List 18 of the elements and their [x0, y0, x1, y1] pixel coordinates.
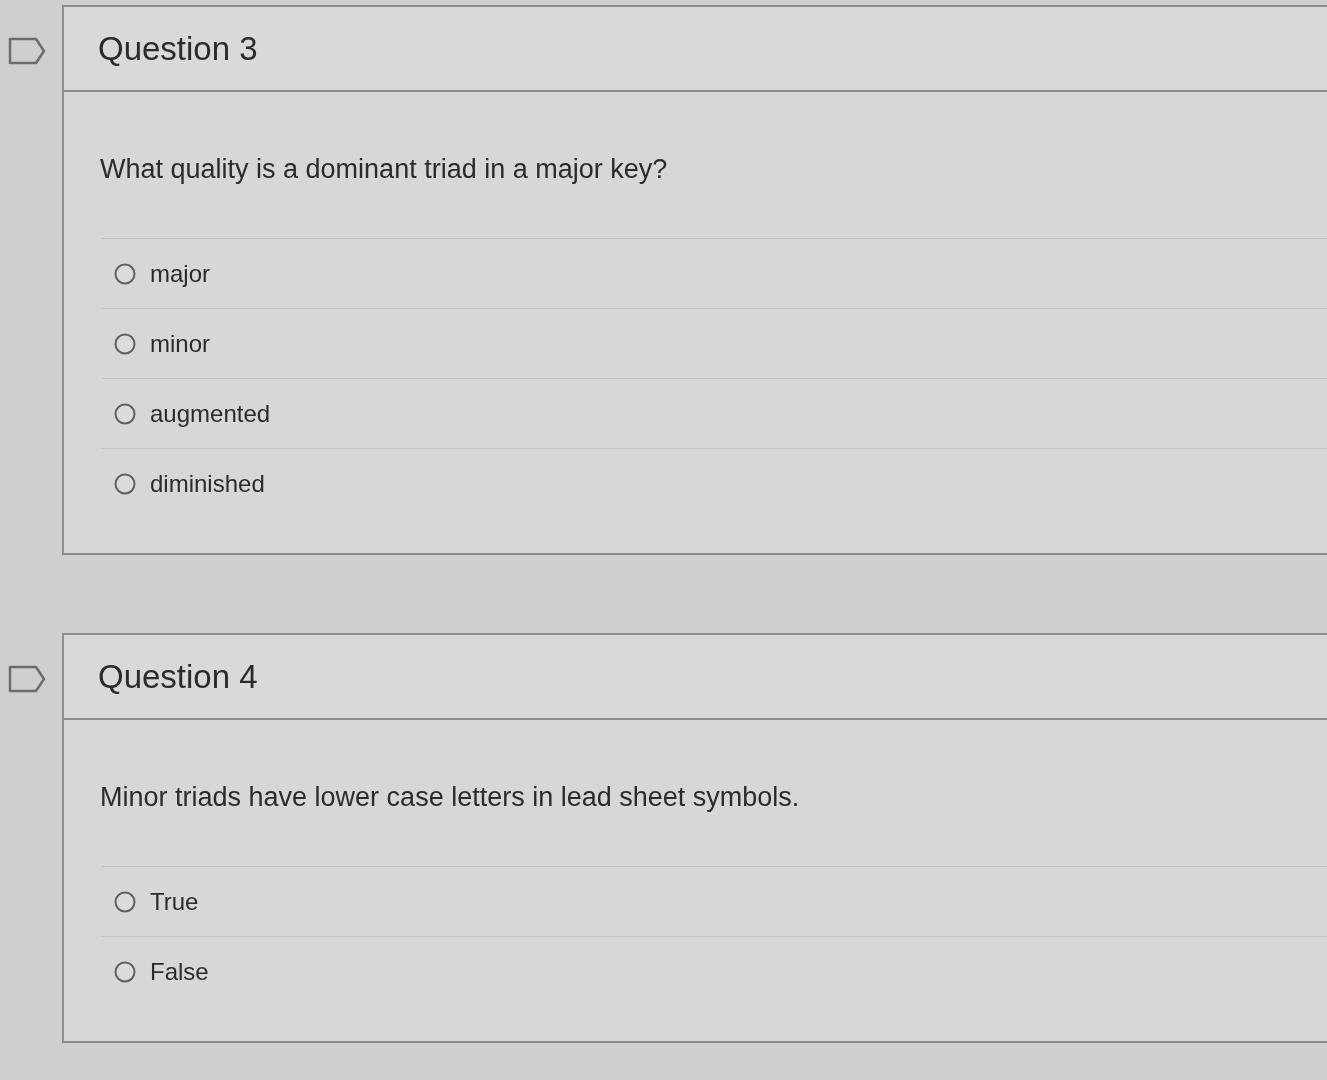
- radio-button[interactable]: [114, 890, 136, 913]
- question-text: Minor triads have lower case letters in lead sheet symbols.: [100, 783, 800, 811]
- tag-icon[interactable]: [8, 665, 46, 693]
- option-label[interactable]: diminished: [150, 471, 265, 496]
- radio-button[interactable]: [114, 262, 136, 285]
- option-label[interactable]: augmented: [150, 401, 271, 426]
- radio-button[interactable]: [114, 402, 136, 425]
- question-title: Question 4: [98, 660, 258, 693]
- radio-button[interactable]: [114, 472, 136, 495]
- option-label[interactable]: minor: [150, 331, 210, 356]
- question-text: What quality is a dominant triad in a major key?: [100, 155, 668, 183]
- question-title: Question 3: [98, 32, 258, 65]
- option-label[interactable]: major: [150, 261, 210, 286]
- tag-icon[interactable]: [8, 37, 46, 65]
- radio-button[interactable]: [114, 960, 136, 983]
- option-label[interactable]: True: [150, 889, 199, 914]
- radio-button[interactable]: [114, 332, 136, 355]
- option-label[interactable]: False: [150, 959, 209, 984]
